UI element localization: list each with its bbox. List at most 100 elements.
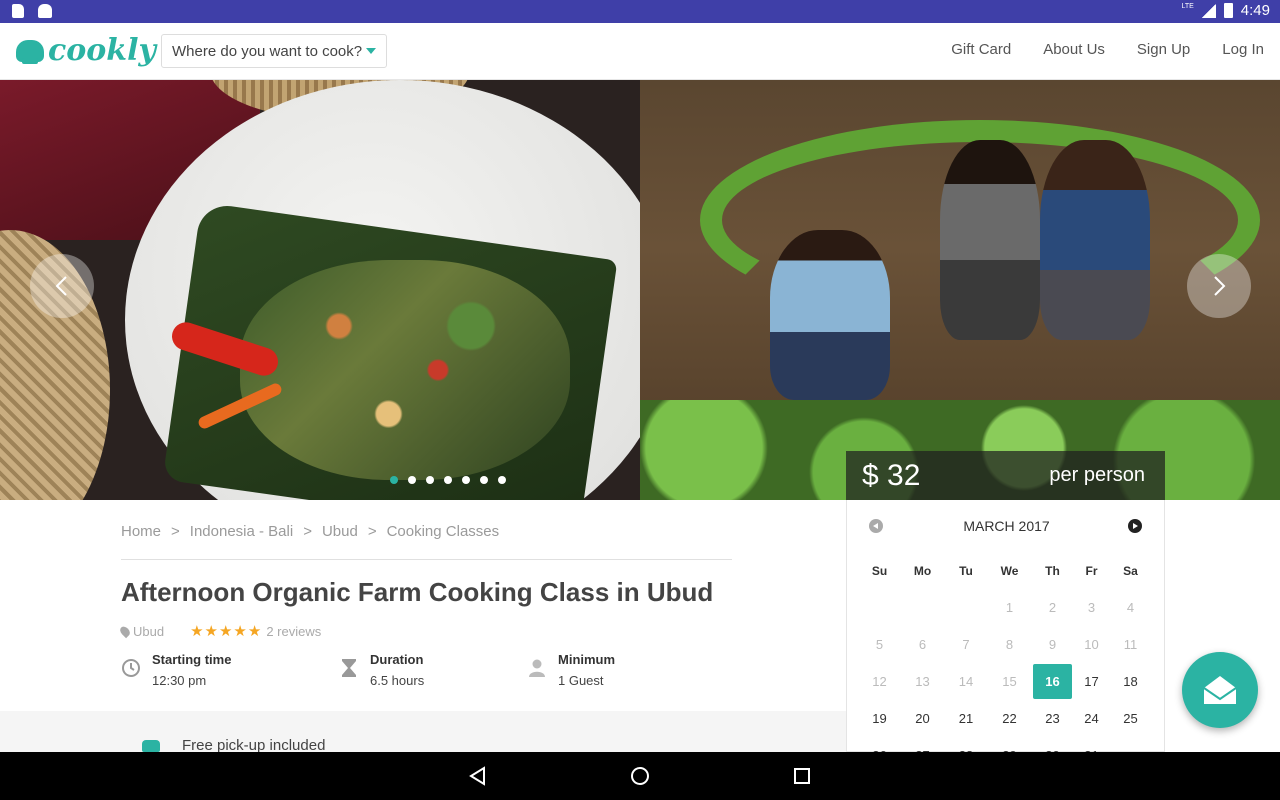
breadcrumb-city[interactable]: Ubud: [322, 523, 358, 540]
calendar-day[interactable]: 24: [1073, 700, 1110, 737]
car-icon: [142, 739, 160, 752]
carousel-next-button[interactable]: [1187, 254, 1251, 318]
calendar-day[interactable]: 20: [900, 700, 945, 737]
fact-label: Minimum: [558, 652, 616, 667]
breadcrumb-separator: >: [171, 523, 180, 540]
clock: 4:49: [1240, 2, 1270, 19]
calendar-weekday: Su: [871, 563, 888, 578]
android-icon: [38, 4, 52, 18]
calendar-day: 2: [1048, 600, 1057, 615]
carousel-dot[interactable]: [390, 476, 398, 484]
divider: [121, 559, 732, 560]
nav-gift-card[interactable]: Gift Card: [951, 41, 1011, 58]
breadcrumb: Home > Indonesia - Bali > Ubud > Cooking…: [121, 523, 499, 540]
breadcrumb-separator: >: [367, 523, 377, 540]
carousel-dot[interactable]: [480, 476, 488, 484]
hourglass-icon: [342, 659, 356, 677]
breadcrumb-home[interactable]: Home: [121, 523, 161, 540]
calendar-day: 15: [1002, 674, 1017, 689]
hero-carousel[interactable]: [0, 80, 1280, 500]
contact-fab-button[interactable]: [1182, 652, 1258, 728]
calendar-weekday: Fr: [1085, 563, 1098, 578]
nav-log-in[interactable]: Log In: [1222, 41, 1264, 58]
calendar-day[interactable]: 17: [1073, 663, 1110, 700]
calendar-day[interactable]: 25: [1110, 700, 1151, 737]
recents-icon[interactable]: [790, 764, 814, 788]
calendar-day: 4: [1126, 600, 1135, 615]
calendar-weekday: Mo: [913, 563, 932, 578]
inclusions-band: [0, 711, 846, 752]
calendar-day: 8: [1005, 637, 1014, 652]
calendar-day: 11: [1123, 637, 1138, 652]
location-select[interactable]: Where do you want to cook?: [161, 34, 387, 68]
calendar-weekday: Sa: [1123, 563, 1138, 578]
battery-icon: [1223, 3, 1233, 18]
user-icon: [529, 659, 545, 677]
nav-about-us[interactable]: About Us: [1043, 41, 1105, 58]
carousel-dot[interactable]: [498, 476, 506, 484]
home-icon[interactable]: [628, 764, 652, 788]
logo-text: cookly: [48, 33, 156, 68]
calendar-day-selected[interactable]: 16: [1033, 664, 1072, 699]
chevron-right-icon: [1214, 276, 1226, 296]
fact-value: 12:30 pm: [152, 673, 207, 688]
calendar-day: 1: [1005, 600, 1014, 615]
fact-value: 1 Guest: [558, 673, 604, 688]
calendar-day: 9: [1048, 637, 1057, 652]
chef-hat-icon: [16, 39, 44, 64]
system-nav-bar: [0, 752, 1280, 800]
sd-card-icon: [12, 4, 24, 18]
calendar-day: [900, 589, 945, 626]
calendar-day[interactable]: 22: [987, 700, 1032, 737]
breadcrumb-category[interactable]: Cooking Classes: [387, 523, 500, 540]
fact-value: 6.5 hours: [370, 673, 425, 688]
breadcrumb-region[interactable]: Indonesia - Bali: [190, 523, 293, 540]
calendar-month-label: MARCH 2017: [963, 518, 1050, 534]
calendar-day: [945, 589, 987, 626]
location-select-value: Where do you want to cook?: [172, 42, 363, 60]
calendar-day: [859, 589, 900, 626]
calendar-day: 12: [872, 674, 887, 689]
calendar-grid: Su Mo Tu We Th Fr Sa 1 2 3 4 5 6 7 8 9 10 11 12 13 14 15 16 17 1…: [859, 552, 1151, 774]
calendar-day[interactable]: 19: [859, 700, 900, 737]
envelope-icon: [1203, 676, 1237, 704]
clock-icon: [122, 659, 140, 677]
carousel-dot[interactable]: [444, 476, 452, 484]
listing-content: Home > Indonesia - Bali > Ubud > Cooking…: [0, 500, 846, 754]
logo[interactable]: cookly: [16, 33, 156, 68]
listing-location[interactable]: Ubud: [133, 624, 164, 639]
calendar-weekday: Tu: [959, 563, 973, 578]
calendar-day: 5: [875, 637, 884, 652]
status-bar: LTE 4:49: [0, 0, 1280, 23]
site-header: cookly Where do you want to cook? Gift C…: [0, 23, 1280, 80]
calendar-day: 3: [1087, 600, 1096, 615]
listing-facts: Starting time 12:30 pm Duration 6.5 hour…: [121, 652, 732, 692]
calendar-day: 7: [962, 637, 970, 652]
calendar-day[interactable]: 21: [945, 700, 987, 737]
fact-label: Starting time: [152, 652, 232, 667]
calendar-day[interactable]: 18: [1110, 663, 1151, 700]
calendar-day: 14: [958, 674, 974, 689]
breadcrumb-separator: >: [303, 523, 312, 540]
calendar-weekday: Th: [1045, 563, 1060, 578]
calendar-day: 6: [918, 637, 927, 652]
main-nav: Gift Card About Us Sign Up Log In: [951, 41, 1264, 58]
reviews-link[interactable]: 2 reviews: [266, 624, 321, 639]
fact-label: Duration: [370, 652, 424, 667]
carousel-dots: [390, 476, 506, 484]
carousel-dot[interactable]: [408, 476, 416, 484]
calendar-day[interactable]: 23: [1032, 700, 1073, 737]
nav-sign-up[interactable]: Sign Up: [1137, 41, 1190, 58]
listing-meta: Ubud ★★★★★ 2 reviews: [118, 622, 321, 640]
calendar-next-month-icon[interactable]: [1128, 519, 1142, 533]
booking-calendar: MARCH 2017 Su Mo Tu We Th Fr Sa 1 2 3 4 5 6 7 8 9 10 11 12…: [846, 500, 1165, 763]
price-box: $ 32 per person: [846, 451, 1165, 500]
price-unit: per person: [1049, 464, 1145, 486]
carousel-dot[interactable]: [462, 476, 470, 484]
carousel-dot[interactable]: [426, 476, 434, 484]
back-icon[interactable]: [466, 764, 490, 788]
calendar-weekday: We: [1000, 563, 1019, 578]
chevron-left-icon: [55, 276, 67, 296]
hero-image-farm: [640, 80, 1280, 500]
carousel-prev-button[interactable]: [30, 254, 94, 318]
